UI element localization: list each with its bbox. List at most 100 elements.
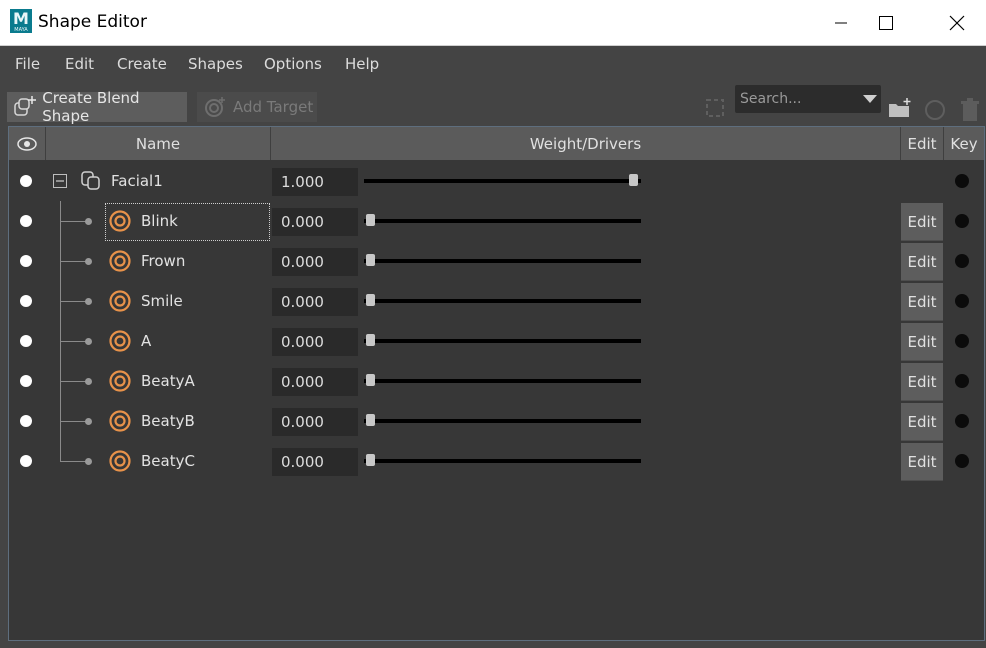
- maximize-icon: [879, 15, 893, 30]
- add-target-button[interactable]: Add Target: [197, 92, 317, 122]
- maya-logo-icon: M MAYA: [10, 9, 32, 33]
- window-title: Shape Editor: [38, 12, 147, 32]
- create-blend-shape-button[interactable]: Create Blend Shape: [7, 89, 187, 125]
- frame-selection-icon[interactable]: [702, 94, 728, 122]
- edit-target-button[interactable]: Edit: [901, 243, 943, 281]
- weight-slider[interactable]: [364, 179, 641, 183]
- visibility-toggle[interactable]: [20, 375, 32, 387]
- visibility-toggle[interactable]: [20, 455, 32, 467]
- key-button[interactable]: [955, 414, 969, 428]
- visibility-toggle[interactable]: [20, 175, 32, 187]
- weight-slider-handle[interactable]: [629, 174, 638, 186]
- tree-branch: [60, 421, 88, 422]
- target-row[interactable]: Frown 0.000 Edit: [9, 242, 984, 282]
- target-name: Frown: [141, 252, 186, 270]
- weight-field[interactable]: 0.000: [272, 248, 358, 276]
- target-name: BeatyA: [141, 372, 195, 390]
- edit-target-button[interactable]: Edit: [901, 283, 943, 321]
- tree-branch: [60, 261, 88, 262]
- add-target-icon: [205, 97, 225, 117]
- visibility-toggle[interactable]: [20, 255, 32, 267]
- minimize-button[interactable]: [818, 0, 864, 45]
- menu-options[interactable]: Options: [264, 55, 322, 73]
- tree-node-dot: [85, 418, 92, 425]
- name-column-header[interactable]: Name: [46, 127, 271, 160]
- weight-slider-handle[interactable]: [366, 454, 375, 466]
- weight-slider-handle[interactable]: [366, 414, 375, 426]
- weight-slider-handle[interactable]: [366, 294, 375, 306]
- weight-field[interactable]: 0.000: [272, 408, 358, 436]
- visibility-toggle[interactable]: [20, 415, 32, 427]
- visibility-toggle[interactable]: [20, 335, 32, 347]
- weight-field[interactable]: 0.000: [272, 448, 358, 476]
- weight-slider[interactable]: [364, 339, 641, 343]
- key-button[interactable]: [955, 174, 969, 188]
- weight-field[interactable]: 0.000: [272, 328, 358, 356]
- weight-slider[interactable]: [364, 259, 641, 263]
- target-icon: [109, 330, 131, 352]
- weight-drivers-column-header[interactable]: Weight/Drivers: [271, 127, 901, 160]
- close-icon: [949, 15, 965, 30]
- key-button[interactable]: [955, 294, 969, 308]
- maximize-button[interactable]: [863, 0, 909, 45]
- target-row[interactable]: Blink 0.000 Edit: [9, 202, 984, 242]
- key-button[interactable]: [955, 374, 969, 388]
- menu-edit[interactable]: Edit: [65, 55, 94, 73]
- target-row[interactable]: A 0.000 Edit: [9, 322, 984, 362]
- menu-create[interactable]: Create: [117, 55, 167, 73]
- tree-node-dot: [85, 218, 92, 225]
- tree-node-dot: [85, 378, 92, 385]
- target-row[interactable]: BeatyA 0.000 Edit: [9, 362, 984, 402]
- weight-slider[interactable]: [364, 459, 641, 463]
- refresh-icon[interactable]: [922, 96, 948, 124]
- weight-slider[interactable]: [364, 379, 641, 383]
- menu-help[interactable]: Help: [345, 55, 379, 73]
- weight-field[interactable]: 0.000: [272, 208, 358, 236]
- visibility-column-header[interactable]: [9, 127, 46, 160]
- chevron-down-icon[interactable]: [863, 94, 877, 104]
- edit-target-button[interactable]: Edit: [901, 443, 943, 481]
- target-row[interactable]: BeatyC 0.000 Edit: [9, 442, 984, 482]
- key-button[interactable]: [955, 214, 969, 228]
- edit-column-header[interactable]: Edit: [901, 127, 944, 160]
- weight-slider[interactable]: [364, 419, 641, 423]
- weight-field[interactable]: 0.000: [272, 368, 358, 396]
- weight-slider-handle[interactable]: [366, 254, 375, 266]
- visibility-toggle[interactable]: [20, 295, 32, 307]
- collapse-icon[interactable]: [53, 174, 67, 188]
- search-input[interactable]: Search...: [735, 85, 881, 113]
- eye-icon: [17, 136, 37, 151]
- key-button[interactable]: [955, 254, 969, 268]
- key-button[interactable]: [955, 454, 969, 468]
- close-button[interactable]: [934, 0, 980, 45]
- weight-slider-handle[interactable]: [366, 214, 375, 226]
- weight-field[interactable]: 0.000: [272, 288, 358, 316]
- menu-file[interactable]: File: [15, 55, 40, 73]
- target-name: BeatyC: [141, 452, 195, 470]
- target-row[interactable]: Smile 0.000 Edit: [9, 282, 984, 322]
- menu-bar: File Edit Create Shapes Options Help: [0, 46, 986, 82]
- key-button[interactable]: [955, 334, 969, 348]
- blend-shape-name: Facial1: [111, 172, 163, 190]
- visibility-toggle[interactable]: [20, 215, 32, 227]
- tree-branch: [60, 381, 88, 382]
- new-group-folder-icon[interactable]: [887, 94, 913, 122]
- weight-slider[interactable]: [364, 299, 641, 303]
- weight-field[interactable]: 1.000: [272, 168, 358, 196]
- blend-shape-row[interactable]: Facial1 1.000: [9, 162, 984, 202]
- edit-target-button[interactable]: Edit: [901, 403, 943, 441]
- tree-node-dot: [85, 298, 92, 305]
- edit-target-button[interactable]: Edit: [901, 363, 943, 401]
- weight-slider-handle[interactable]: [366, 334, 375, 346]
- edit-target-button[interactable]: Edit: [901, 203, 943, 241]
- key-column-header[interactable]: Key: [944, 127, 984, 160]
- tree-branch: [60, 301, 88, 302]
- delete-trash-icon[interactable]: [957, 96, 983, 124]
- edit-target-button[interactable]: Edit: [901, 323, 943, 361]
- menu-shapes[interactable]: Shapes: [188, 55, 243, 73]
- target-row[interactable]: BeatyB 0.000 Edit: [9, 402, 984, 442]
- weight-slider-handle[interactable]: [366, 374, 375, 386]
- weight-slider[interactable]: [364, 219, 641, 223]
- target-icon: [109, 450, 131, 472]
- tree-node-dot: [85, 458, 92, 465]
